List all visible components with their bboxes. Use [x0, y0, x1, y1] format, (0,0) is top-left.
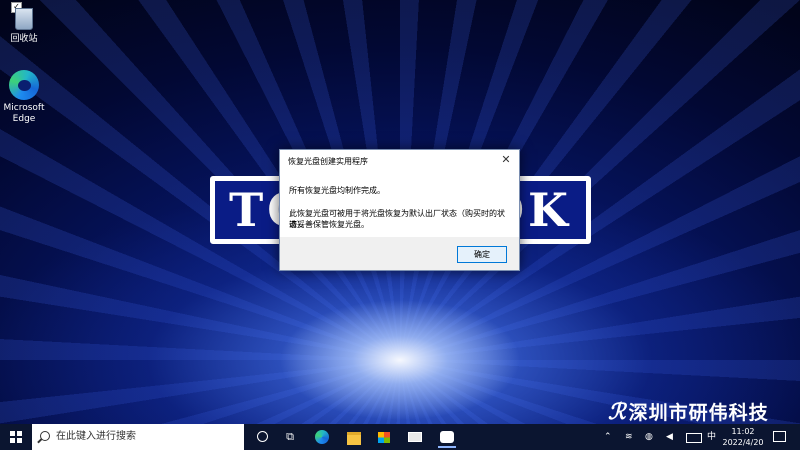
- taskbar-edge-icon[interactable]: [313, 428, 331, 448]
- clock[interactable]: 11:02 2022/4/20: [722, 426, 764, 448]
- clock-date: 2022/4/20: [722, 438, 764, 447]
- search-placeholder: 在此键入进行搜索: [56, 431, 136, 442]
- ok-button[interactable]: 确定: [457, 246, 507, 263]
- mail-icon[interactable]: [406, 428, 424, 448]
- desktop-icon-label: 回收站: [10, 34, 38, 44]
- clock-time: 11:02: [731, 427, 755, 436]
- windows-start-icon[interactable]: [10, 431, 22, 443]
- dialog-title: 恢复光盘创建实用程序: [288, 157, 368, 166]
- desktop-icon-label: Microsoft Edge: [3, 103, 45, 124]
- taskbar-search-box[interactable]: 在此键入进行搜索: [32, 424, 244, 450]
- recovery-dialog: 恢复光盘创建实用程序 ✕ 所有恢复光盘均制作完成。 此恢复光盘可被用于将光盘恢复…: [279, 149, 520, 271]
- recycle-bin-icon: ✓: [11, 2, 35, 30]
- taskbar: 在此键入进行搜索 ⧉ ⌃ ≋ ◍ ◀ 中 11:02 2022/4/20: [0, 424, 800, 450]
- desktop-icon-edge[interactable]: Microsoft Edge: [0, 70, 48, 125]
- edge-icon: [9, 70, 39, 100]
- watermark-text: 深圳市研伟科技: [628, 402, 769, 424]
- volume-icon[interactable]: ◀: [666, 430, 673, 444]
- ime-indicator[interactable]: 中: [707, 430, 716, 444]
- photos-icon[interactable]: [438, 428, 456, 448]
- dialog-footer: 确定: [280, 237, 519, 270]
- globe-icon[interactable]: ◍: [645, 430, 653, 444]
- watermark: ℛ 深圳市研伟科技: [608, 398, 769, 424]
- close-icon[interactable]: ✕: [499, 153, 513, 167]
- cortana-icon[interactable]: [253, 428, 271, 446]
- notification-icon[interactable]: [773, 431, 786, 442]
- search-icon: [40, 431, 50, 441]
- dialog-message-line3: 请妥善保管恢复光盘。: [289, 220, 369, 229]
- watermark-logo-icon: ℛ: [608, 399, 627, 424]
- keyboard-icon[interactable]: [686, 433, 702, 443]
- file-explorer-icon[interactable]: [345, 428, 363, 448]
- store-icon[interactable]: [375, 428, 393, 448]
- task-view-icon[interactable]: ⧉: [281, 428, 299, 446]
- dialog-message-line1: 所有恢复光盘均制作完成。: [289, 186, 385, 195]
- desktop-icon-recycle-bin[interactable]: ✓ 回收站: [0, 0, 48, 45]
- network-icon[interactable]: ≋: [625, 430, 633, 444]
- chevron-up-icon[interactable]: ⌃: [604, 430, 612, 444]
